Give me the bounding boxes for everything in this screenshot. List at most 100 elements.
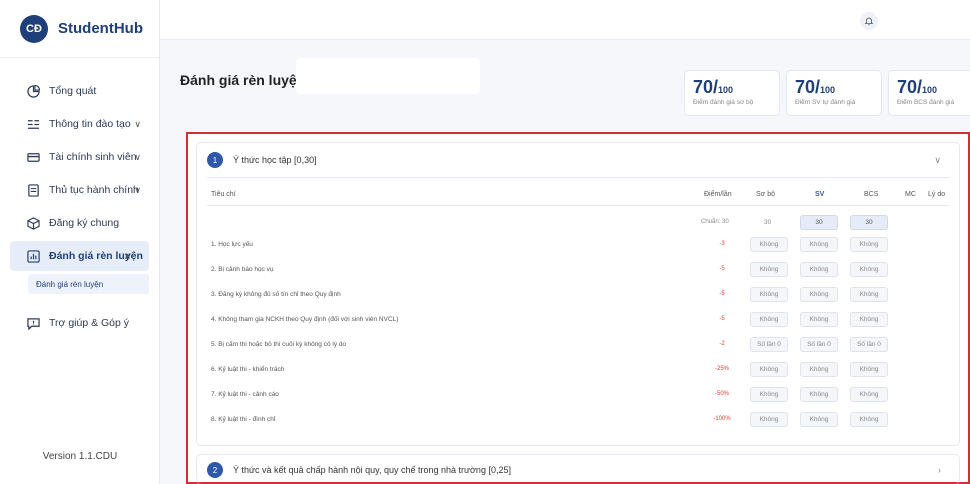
score-card-self: 70/100 Điểm SV tự đánh giá <box>786 70 882 116</box>
pie-chart-icon <box>26 84 40 98</box>
preliminary-value: Không <box>750 362 788 377</box>
card-icon <box>26 150 40 164</box>
chevron-down-icon: ∨ <box>134 118 141 129</box>
column-header-bcs: BCS <box>864 191 879 198</box>
bcs-select[interactable]: Không <box>850 312 888 327</box>
score-value: 70/ <box>795 77 821 97</box>
bcs-select[interactable]: Không <box>850 287 888 302</box>
score-card-preliminary: 70/100 Điểm đánh giá sơ bộ <box>684 70 780 116</box>
criteria-label: 1. Học lực yếu <box>211 241 253 248</box>
sidebar-item-training-info[interactable]: Thông tin đào tạo ∨ <box>0 109 159 139</box>
sidebar-item-label: Thủ tục hành chính <box>49 184 139 196</box>
standard-label: Chuẩn: 30 <box>701 219 729 225</box>
bcs-select[interactable]: Không <box>850 387 888 402</box>
bcs-select[interactable]: Không <box>850 262 888 277</box>
bcs-select[interactable]: Không <box>850 237 888 252</box>
sidebar-item-label: Thông tin đào tạo <box>49 118 131 130</box>
sidebar-item-label: Tài chính sinh viên <box>49 151 137 163</box>
chevron-right-icon[interactable]: › <box>938 465 941 475</box>
divider <box>207 205 949 206</box>
top-bar <box>160 0 970 40</box>
sv-select[interactable]: Không <box>800 287 838 302</box>
penalty-points: -2 <box>719 341 725 347</box>
score-label: Điểm BCS đánh giá <box>897 99 955 106</box>
sv-select[interactable]: Không <box>800 362 838 377</box>
sidebar-item-label: Đăng ký chung <box>49 217 120 229</box>
penalty-points: -50% <box>714 391 729 397</box>
criteria-label: 7. Kỷ luật thi - cảnh cáo <box>211 391 279 398</box>
bcs-select[interactable]: Số lần 0 <box>850 337 888 352</box>
sv-select[interactable]: Số lần 0 <box>800 337 838 352</box>
preliminary-value: Không <box>750 287 788 302</box>
standard-preliminary: 30 <box>764 219 772 226</box>
column-header-preliminary: Sơ bộ <box>756 191 775 198</box>
standard-sv-input[interactable]: 30 <box>800 215 838 230</box>
standard-bcs-input[interactable]: 30 <box>850 215 888 230</box>
evaluation-panel: 1 Ý thức học tập [0,30] ∨ Tiêu chí Điểm/… <box>186 132 970 484</box>
sidebar-item-overview[interactable]: Tổng quát <box>0 76 159 106</box>
penalty-points: -100% <box>713 416 731 422</box>
sidebar-item-finance[interactable]: Tài chính sinh viên ∨ <box>0 142 159 172</box>
section-number-badge: 2 <box>207 462 223 478</box>
bell-icon[interactable] <box>860 12 878 30</box>
title-blank-area <box>296 58 480 94</box>
sidebar: CĐ StudentHub Tổng quát Thông tin đào tạ… <box>0 0 160 484</box>
section-title: Ý thức học tập [0,30] <box>233 155 317 165</box>
chevron-up-icon: ∧ <box>123 250 131 261</box>
sidebar-item-label: Trợ giúp & Góp ý <box>49 317 130 329</box>
chevron-down-icon: ∨ <box>134 151 141 162</box>
score-denominator: 100 <box>820 85 836 95</box>
score-denominator: 100 <box>922 85 938 95</box>
criteria-label: 2. Bị cảnh báo học vụ <box>211 266 274 273</box>
chevron-down-icon[interactable]: ∨ <box>934 155 941 166</box>
bcs-select[interactable]: Không <box>850 362 888 377</box>
penalty-points: -3 <box>719 241 725 247</box>
app-version: Version 1.1.CDU <box>42 451 118 462</box>
brand[interactable]: CĐ StudentHub <box>0 0 159 58</box>
score-denominator: 100 <box>718 85 734 95</box>
preliminary-value: Không <box>750 387 788 402</box>
criteria-label: 6. Kỷ luật thi - khiển trách <box>211 366 285 373</box>
sidebar-item-conduct-evaluation[interactable]: Đánh giá rèn luyện ∧ <box>10 241 149 271</box>
penalty-points: -25% <box>714 366 729 372</box>
sidebar-nav: Tổng quát Thông tin đào tạo ∨ Tài chính … <box>0 58 159 338</box>
penalty-points: -5 <box>719 266 725 272</box>
list-icon <box>26 117 40 131</box>
sidebar-item-registration[interactable]: Đăng ký chung <box>0 208 159 238</box>
bar-chart-icon <box>26 249 40 263</box>
section-header-1[interactable]: 1 Ý thức học tập [0,30] ∨ <box>207 145 949 175</box>
score-value: 70/ <box>693 77 719 97</box>
score-card-bcs: 70/100 Điểm BCS đánh giá <box>888 70 970 116</box>
sv-select[interactable]: Không <box>800 237 838 252</box>
preliminary-value: Không <box>750 237 788 252</box>
sidebar-subitem-conduct-evaluation[interactable]: Đánh giá rèn luyện <box>28 274 149 294</box>
chevron-down-icon: ∨ <box>134 184 141 195</box>
message-icon <box>26 316 40 330</box>
sv-select[interactable]: Không <box>800 262 838 277</box>
section-header-2[interactable]: 2 Ý thức và kết quả chấp hành nội quy, q… <box>207 455 949 484</box>
sv-select[interactable]: Không <box>800 312 838 327</box>
criteria-label: 3. Đăng ký không đủ số tín chỉ theo Quy … <box>211 291 341 298</box>
sv-select[interactable]: Không <box>800 387 838 402</box>
penalty-points: -5 <box>719 316 725 322</box>
score-label: Điểm đánh giá sơ bộ <box>693 99 754 106</box>
column-header-points: Điểm/lần <box>704 191 732 198</box>
page-title: Đánh giá rèn luyện <box>180 72 306 88</box>
bcs-select[interactable]: Không <box>850 412 888 427</box>
criteria-label: 8. Kỷ luật thi - đình chỉ <box>211 416 276 423</box>
score-value: 70/ <box>897 77 923 97</box>
preliminary-value: Không <box>750 412 788 427</box>
divider <box>207 177 949 178</box>
sidebar-item-admin-procedures[interactable]: Thủ tục hành chính ∨ <box>0 175 159 205</box>
sv-select[interactable]: Không <box>800 412 838 427</box>
sidebar-item-label: Tổng quát <box>49 85 97 97</box>
score-label: Điểm SV tự đánh giá <box>795 99 856 106</box>
box-icon <box>26 216 40 230</box>
sidebar-item-help-feedback[interactable]: Trợ giúp & Góp ý <box>0 308 159 338</box>
document-icon <box>26 183 40 197</box>
column-header-reason: Lý do <box>928 191 946 198</box>
column-header-mc: MC <box>905 191 916 198</box>
criteria-label: 5. Bị cấm thi hoặc bỏ thi cuối kỳ không … <box>211 341 347 348</box>
criteria-label: 4. Không tham gia NCKH theo Quy định (đố… <box>211 316 399 323</box>
section-title: Ý thức và kết quả chấp hành nội quy, quy… <box>233 465 511 475</box>
